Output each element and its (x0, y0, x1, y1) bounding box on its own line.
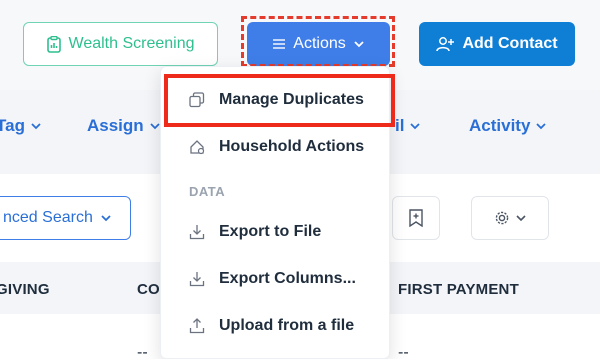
filter-activity-label: Activity (469, 116, 531, 135)
add-contact-label: Add Contact (462, 35, 558, 52)
download-icon (189, 224, 205, 240)
wealth-screening-label: Wealth Screening (68, 35, 195, 52)
filter-tag[interactable]: Tag (0, 116, 41, 136)
table-cell: -- (137, 344, 148, 359)
section-label-data: DATA (189, 184, 226, 199)
menu-item-household-actions[interactable]: Household Actions (161, 127, 391, 167)
wealth-screening-button[interactable]: Wealth Screening (23, 22, 218, 66)
upload-icon (189, 318, 205, 334)
gear-icon (494, 210, 510, 226)
filter-email[interactable]: il (395, 116, 421, 136)
advanced-search-label: nced Search (3, 209, 93, 226)
menu-item-label: Upload from a file (219, 317, 355, 334)
column-header-giving[interactable]: GIVING (0, 281, 50, 298)
filter-assign-label: Assign (87, 116, 144, 135)
chevron-down-icon (536, 122, 547, 130)
menu-item-label: Export Columns... (219, 270, 356, 287)
actions-highlight-box (241, 16, 395, 67)
bookmark-add-icon (409, 209, 423, 227)
filter-assign[interactable]: Assign (87, 116, 160, 136)
menu-item-label: Household Actions (219, 138, 365, 155)
column-header-first-payment[interactable]: FIRST PAYMENT (398, 281, 519, 298)
chevron-down-icon (31, 122, 41, 130)
add-contact-button[interactable]: Add Contact (419, 22, 575, 66)
filter-tag-label: Tag (0, 116, 25, 135)
filter-activity[interactable]: Activity (469, 116, 547, 136)
chevron-down-icon (101, 214, 111, 222)
house-icon (189, 139, 205, 155)
chevron-down-icon (150, 122, 160, 130)
menu-item-export-to-file[interactable]: Export to File (161, 212, 391, 252)
menu-item-upload-from-file[interactable]: Upload from a file (161, 306, 391, 346)
bookmark-button[interactable] (392, 196, 440, 240)
chevron-down-icon (516, 214, 526, 222)
menu-item-label: Export to File (219, 223, 322, 240)
download-icon (189, 271, 205, 287)
settings-button[interactable] (471, 196, 549, 240)
chevron-down-icon (410, 122, 421, 130)
table-cell: -- (398, 344, 409, 359)
column-header-co[interactable]: CO (137, 281, 160, 298)
manage-duplicates-highlight-box (164, 74, 395, 127)
filter-email-label: il (395, 116, 405, 135)
clipboard-chart-icon (46, 35, 61, 53)
advanced-search-button[interactable]: nced Search (0, 196, 131, 240)
add-user-icon (436, 36, 455, 52)
menu-item-export-columns[interactable]: Export Columns... (161, 259, 391, 299)
